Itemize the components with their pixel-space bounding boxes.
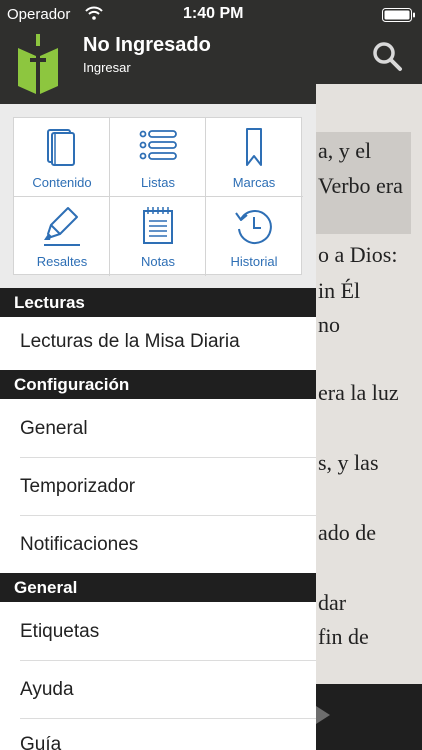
status-battery — [382, 8, 416, 22]
grid-item-historial[interactable]: Historial — [206, 197, 302, 275]
grid-item-contenido[interactable]: Contenido — [14, 118, 110, 196]
menu-item-etiquetas[interactable]: Etiquetas — [0, 603, 316, 660]
book-icon — [47, 129, 75, 166]
menu-item-lecturas-misa[interactable]: Lecturas de la Misa Diaria — [0, 313, 316, 370]
profile-title: No Ingresado — [83, 34, 211, 56]
list-icon — [139, 130, 177, 160]
grid-item-label: Notas — [141, 254, 175, 269]
side-drawer: Operador 1:40 PM No Ingresado Ingresar C… — [0, 0, 316, 750]
reader-line: no — [318, 312, 340, 337]
reader-line: o a Dios: — [318, 242, 398, 267]
app-logo-icon — [18, 34, 58, 94]
grid-item-label: Contenido — [32, 175, 92, 190]
search-icon[interactable] — [371, 40, 403, 72]
grid-item-resaltes[interactable]: Resaltes — [14, 197, 110, 275]
section-header-configuracion: Configuración — [0, 370, 316, 399]
shortcut-grid: Contenido Listas Marcas Resaltes Notas H… — [13, 117, 303, 276]
shortcut-panel: Contenido Listas Marcas Resaltes Notas H… — [0, 104, 316, 288]
menu-item-guia[interactable]: Guía — [0, 716, 316, 750]
status-time: 1:40 PM — [183, 5, 244, 22]
grid-item-notas[interactable]: Notas — [110, 197, 206, 275]
reader-line: fin de — [318, 624, 369, 649]
status-bar: Operador 1:40 PM — [0, 0, 316, 28]
section-header-general: General — [0, 573, 316, 602]
reader-line: Verbo era — [318, 173, 403, 198]
grid-item-label: Listas — [141, 175, 175, 190]
status-carrier: Operador — [7, 6, 71, 23]
reader-line: a, y el — [318, 138, 372, 163]
grid-item-label: Resaltes — [36, 254, 88, 269]
menu-item-ayuda[interactable]: Ayuda — [0, 661, 316, 718]
grid-item-label: Historial — [230, 254, 278, 269]
reader-line: s, y las — [318, 450, 379, 475]
highlighter-icon — [44, 207, 80, 246]
reader-line: in Él — [318, 278, 361, 303]
reader-line: ado de — [318, 520, 377, 545]
grid-item-marcas[interactable]: Marcas — [206, 118, 302, 196]
menu-item-notificaciones[interactable]: Notificaciones — [0, 516, 316, 573]
reader-line: dar — [318, 590, 347, 615]
profile-header[interactable]: No Ingresado Ingresar — [0, 28, 316, 104]
login-link[interactable]: Ingresar — [83, 60, 131, 75]
menu-item-general[interactable]: General — [0, 400, 316, 457]
grid-item-label: Marcas — [232, 175, 276, 190]
reader-line: era la luz — [318, 380, 399, 405]
wifi-icon — [85, 6, 103, 20]
history-icon — [235, 209, 272, 244]
grid-item-listas[interactable]: Listas — [110, 118, 206, 196]
notepad-icon — [143, 207, 173, 244]
menu-item-temporizador[interactable]: Temporizador — [0, 458, 316, 515]
battery-icon — [382, 8, 415, 22]
bookmark-icon — [246, 128, 262, 166]
play-icon[interactable] — [316, 706, 330, 724]
